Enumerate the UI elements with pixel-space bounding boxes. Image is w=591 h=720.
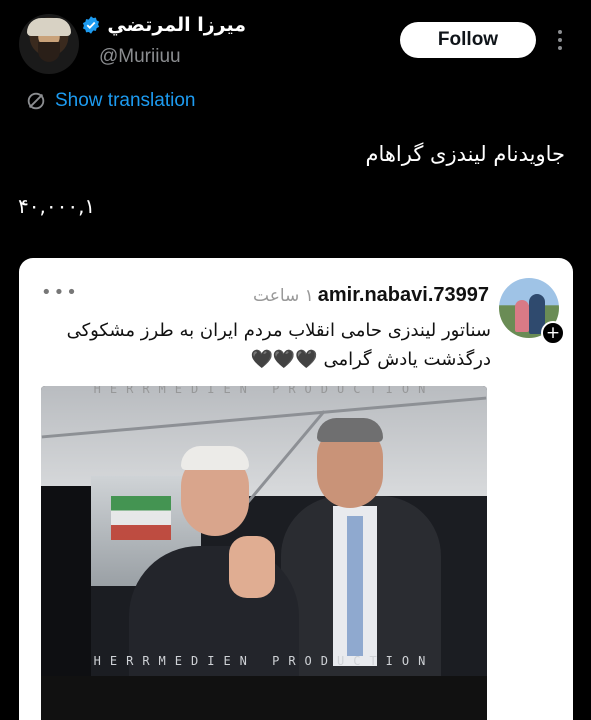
photo-hair bbox=[181, 446, 249, 470]
card-caption-line: درگذشت یادش گرامی 🖤🖤🖤 bbox=[250, 349, 491, 370]
follow-plus-icon[interactable]: + bbox=[541, 321, 565, 345]
author-display-name[interactable]: ميرزا المرتضي bbox=[107, 14, 246, 36]
translate-icon bbox=[27, 92, 45, 110]
card-more-icon[interactable]: ••• bbox=[41, 282, 79, 303]
watermark-top: HERRMEDIEN PRODUCTION bbox=[93, 386, 435, 396]
card-photo[interactable]: HERRMEDIEN PRODUCTION HERRMEDIEN PRODUCT… bbox=[41, 386, 487, 720]
photo-thumbs-up bbox=[229, 536, 275, 598]
tweet-text: جاویدنام لیندزی گراهام bbox=[365, 142, 565, 166]
watermark-bottom: HERRMEDIEN PRODUCTION bbox=[93, 654, 435, 668]
photo-flag bbox=[111, 496, 171, 540]
avatar-beard bbox=[38, 42, 60, 62]
verified-badge-icon bbox=[83, 16, 100, 34]
follow-button[interactable]: Follow bbox=[400, 22, 536, 58]
card-caption-line: سناتور لیندزی حامی انقلاب مردم ایران به … bbox=[66, 320, 491, 341]
photo-tie bbox=[347, 516, 363, 656]
card-timestamp: ۱ ساعت bbox=[253, 286, 314, 306]
show-translation-link[interactable]: Show translation bbox=[25, 90, 195, 112]
quoted-post-card[interactable]: + amir.nabavi.73997 ۱ ساعت ••• سناتور لی… bbox=[19, 258, 573, 720]
avatar-headwrap bbox=[27, 18, 71, 36]
card-username[interactable]: amir.nabavi.73997 bbox=[318, 284, 489, 307]
more-options-icon[interactable] bbox=[552, 26, 568, 54]
show-translation-label: Show translation bbox=[55, 90, 196, 111]
tweet-number: ۴۰,۰۰۰,۱ bbox=[18, 194, 96, 218]
photo-bottom-band bbox=[41, 676, 487, 720]
author-avatar[interactable] bbox=[19, 14, 79, 74]
avatar-person bbox=[515, 300, 529, 332]
author-handle[interactable]: @Muriiuu bbox=[99, 46, 181, 68]
author-name-row[interactable]: ميرزا المرتضي bbox=[81, 14, 246, 36]
photo-hair bbox=[317, 418, 383, 442]
